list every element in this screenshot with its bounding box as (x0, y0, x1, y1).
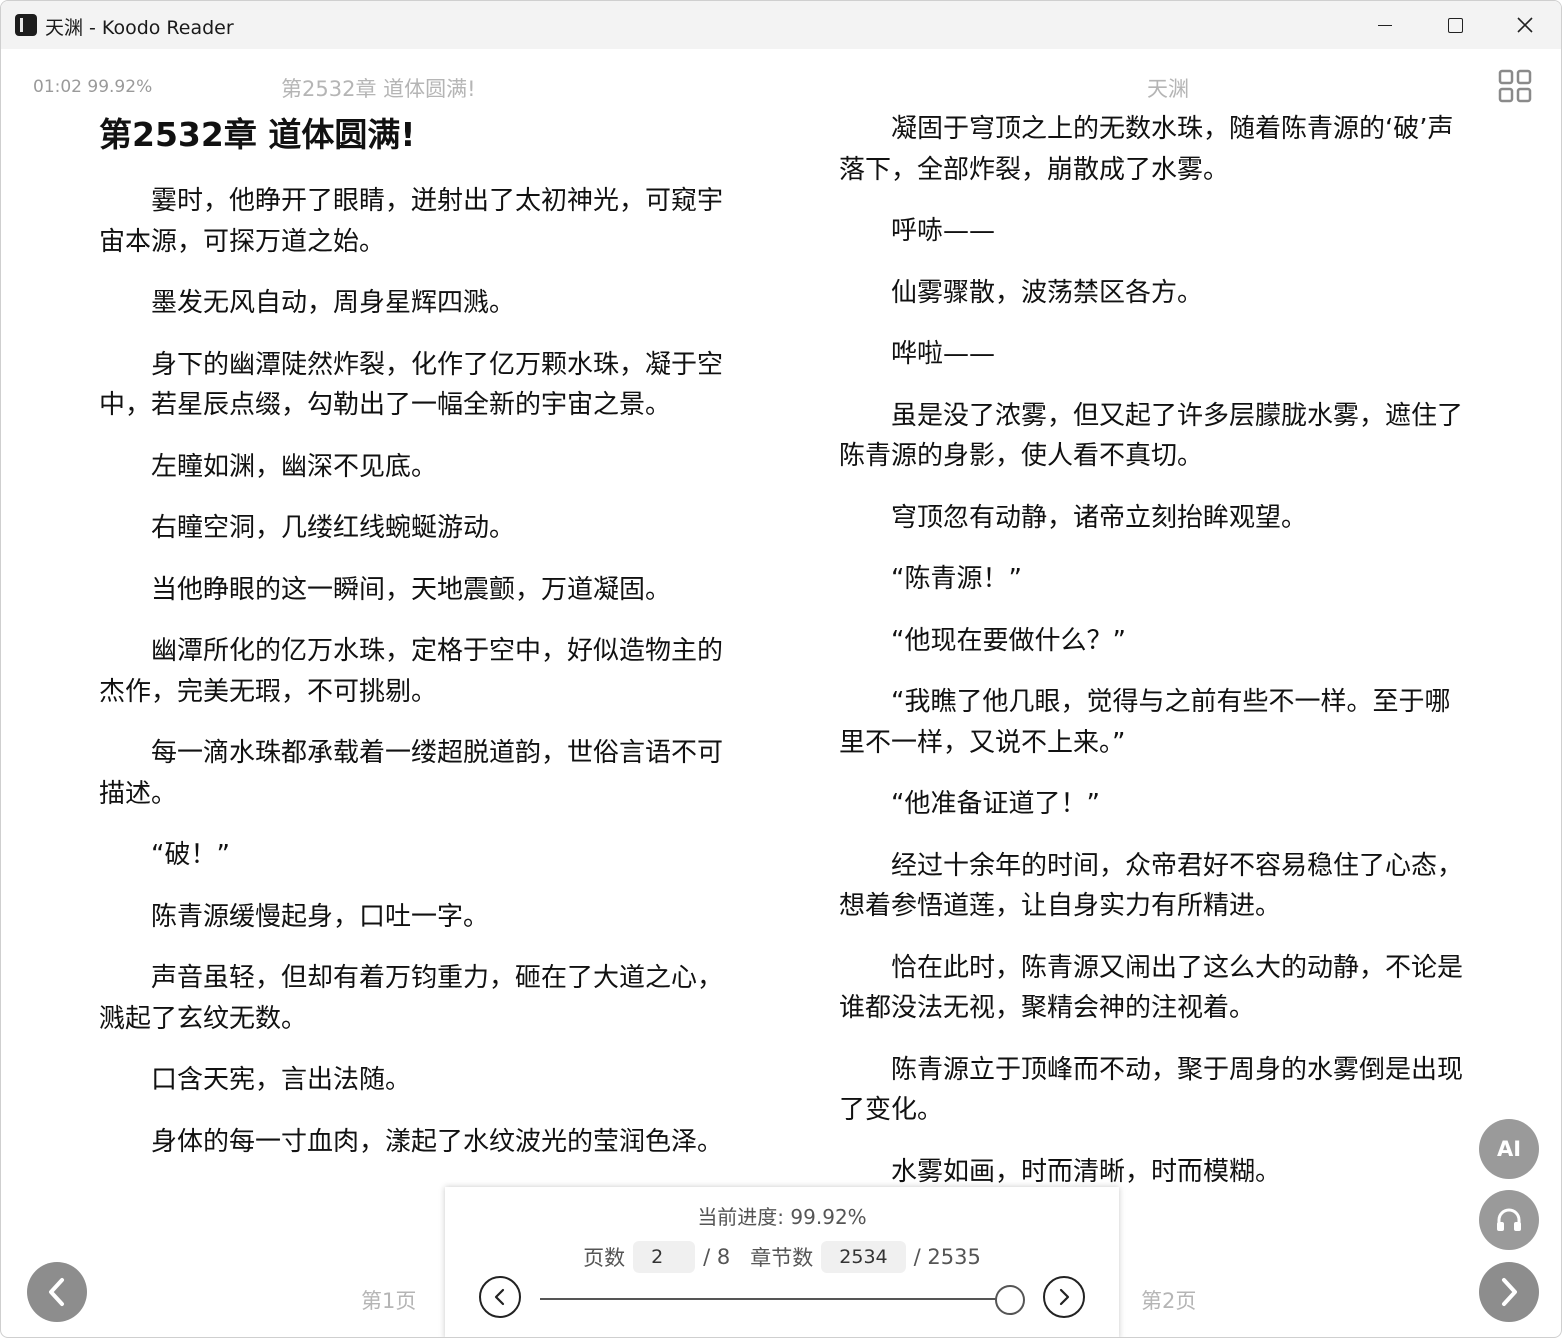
paragraph: 穹顶忽有动静，诸帝立刻抬眸观望。 (891, 502, 1308, 533)
paragraph: “他现在要做什么？” (891, 625, 1126, 656)
minimize-icon (1378, 24, 1392, 26)
header-book-title: 天渊 (1147, 77, 1189, 101)
paragraph: 墨发无风自动，周身星辉四溅。 (151, 288, 516, 318)
chapter-number-input[interactable]: 2534 (821, 1241, 906, 1273)
paragraph: 虽是没了浓雾，但又起了许多层朦胧水雾，遮住了陈青源的身影，使人看不真切。 (839, 400, 1464, 472)
paragraph: 恰在此时，陈青源又闹出了这么大的动静，不论是谁都没法无视，聚精会神的注视着。 (839, 952, 1464, 1024)
chevron-left-icon (49, 1278, 64, 1306)
left-page-number: 第1页 (361, 1289, 417, 1313)
chevron-left-icon (494, 1288, 505, 1306)
paragraph: “陈青源！” (891, 564, 1022, 594)
header-chapter-title: 第2532章 道体圆满! (281, 77, 476, 101)
paragraph: 右瞳空洞，几缕红线蜿蜒游动。 (151, 513, 516, 543)
page-total: / 8 (703, 1245, 731, 1269)
paragraph: 当他睁眼的这一瞬间，天地震颤，万道凝固。 (151, 574, 672, 605)
paragraph: 仙雾骤散，波荡禁区各方。 (891, 277, 1204, 308)
paragraph: “破！” (151, 840, 230, 870)
chapter-total: / 2535 (913, 1245, 981, 1269)
maximize-button[interactable] (1421, 1, 1489, 49)
window-title: 天渊 - Koodo Reader (45, 17, 234, 39)
close-button[interactable] (1491, 1, 1559, 49)
audio-button[interactable] (1479, 1190, 1539, 1250)
paragraph: 每一滴水珠都承载着一缕超脱道韵，世俗言语不可描述。 (99, 738, 724, 809)
paragraph: 陈青源立于顶峰而不动，聚于周身的水雾倒是出现了变化。 (839, 1054, 1464, 1126)
paragraph: 身体的每一寸血肉，漾起了水纹波光的莹润色泽。 (151, 1126, 724, 1157)
title-bar[interactable]: 天渊 - Koodo Reader (1, 1, 1561, 49)
progress-slider-thumb[interactable] (994, 1285, 1025, 1315)
time-progress: 01:02 99.92% (33, 77, 153, 97)
grid-icon[interactable] (1498, 69, 1532, 103)
left-page: 第2532章 道体圆满! 霎时，他睁开了眼睛，迸射出了太初神光，可窥宇宙本源，可… (99, 109, 729, 1183)
chevron-right-icon (1502, 1278, 1517, 1306)
maximize-icon (1447, 17, 1463, 33)
right-page: 凝固于穹顶之上的无数水珠，随着陈青源的‘破’声落下，全部炸裂，崩散成了水雾。 呼… (839, 109, 1469, 1213)
right-page-number: 第2页 (1141, 1289, 1197, 1313)
paragraph: 哗啦—— (891, 339, 996, 369)
paragraph: 经过十余年的时间，众帝君好不容易稳住了心态，想着参悟道莲，让自身实力有所精进。 (839, 850, 1464, 922)
minimize-button[interactable] (1351, 1, 1419, 49)
reader-window: 天渊 - Koodo Reader 01:02 99.92% 第2532章 道体… (0, 0, 1562, 1338)
paragraph: 凝固于穹顶之上的无数水珠，随着陈青源的‘破’声落下，全部炸裂，崩散成了水雾。 (839, 114, 1454, 185)
next-page-button[interactable] (1479, 1262, 1539, 1322)
chapter-title: 第2532章 道体圆满! (99, 115, 416, 154)
close-icon (1517, 17, 1533, 33)
progress-panel: 当前进度: 99.92% 页数 2 / 8 章节数 2534 / 2535 (445, 1187, 1119, 1337)
paragraph: “他准备证道了！” (891, 789, 1100, 819)
paragraph: 口含天宪，言出法随。 (151, 1065, 412, 1095)
progress-inputs-row: 页数 2 / 8 章节数 2534 / 2535 (445, 1241, 1119, 1273)
koodo-app-icon (15, 14, 37, 36)
paragraph: 霎时，他睁开了眼睛，迸射出了太初神光，可窥宇宙本源，可探万道之始。 (99, 186, 724, 257)
page-label: 页数 (583, 1246, 626, 1270)
current-progress-label: 当前进度: 99.92% (697, 1205, 867, 1229)
progress-slider[interactable] (540, 1298, 1010, 1300)
paragraph: 水雾如画，时而清晰，时而模糊。 (891, 1156, 1282, 1187)
paragraph: 陈青源缓慢起身，口吐一字。 (151, 901, 490, 932)
headphones-icon (1497, 1208, 1521, 1231)
prev-page-button[interactable] (27, 1262, 87, 1322)
paragraph: 身下的幽潭陡然炸裂，化作了亿万颗水珠，凝于空中，若星辰点缀，勾勒出了一幅全新的宇… (99, 349, 724, 421)
ai-label: AI (1496, 1137, 1522, 1161)
next-chapter-button[interactable] (1043, 1276, 1085, 1318)
prev-chapter-button[interactable] (479, 1276, 521, 1318)
ai-button[interactable]: AI (1479, 1119, 1539, 1179)
paragraph: 左瞳如渊，幽深不见底。 (151, 451, 438, 482)
chapter-label: 章节数 (750, 1246, 814, 1270)
page-number-input[interactable]: 2 (633, 1241, 696, 1273)
paragraph: 声音虽轻，但却有着万钧重力，砸在了大道之心，溅起了玄纹无数。 (99, 963, 724, 1034)
chevron-right-icon (1059, 1288, 1070, 1306)
paragraph: 幽潭所化的亿万水珠，定格于空中，好似造物主的杰作，完美无瑕，不可挑剔。 (99, 636, 724, 707)
paragraph: 呼哧—— (891, 216, 996, 246)
paragraph: “我瞧了他几眼，觉得与之前有些不一样。至于哪里不一样，又说不上来。” (839, 687, 1451, 758)
